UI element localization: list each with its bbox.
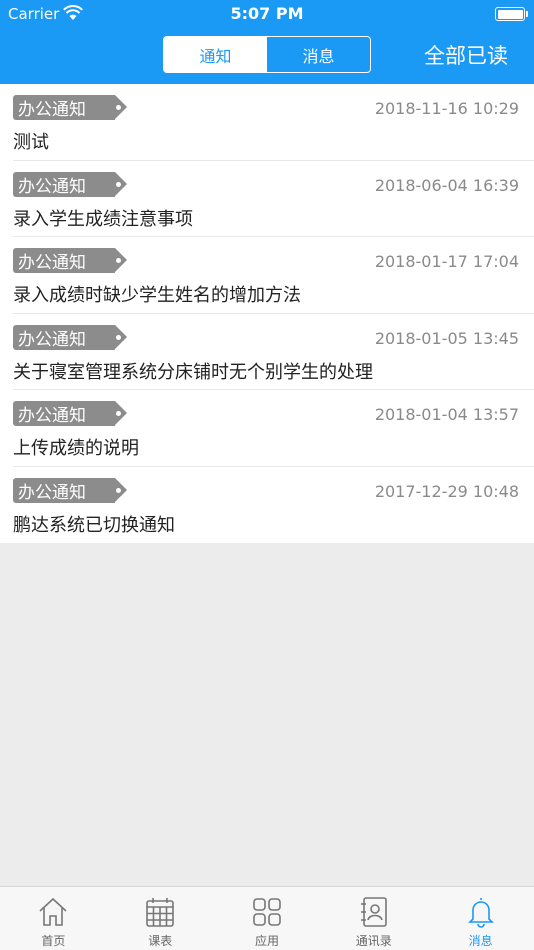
tab-home[interactable]: 首页 (0, 887, 107, 950)
tab-bar: 首页 课表 应用 通讯录 消息 (0, 886, 534, 950)
notification-tag: 办公通知 (13, 401, 127, 426)
notification-time: 2018-06-04 16:39 (374, 175, 519, 195)
notification-tag: 办公通知 (13, 95, 127, 120)
contacts-icon (360, 897, 387, 927)
notification-tag: 办公通知 (13, 171, 127, 197)
notification-time: 2017-12-29 10:48 (374, 481, 519, 501)
tab-label: 课表 (148, 934, 173, 948)
notification-title: 上传成绩的说明 (13, 438, 139, 459)
tab-contacts[interactable]: 通讯录 (320, 887, 427, 950)
notification-list: 办公通知 2018-11-16 10:29 测试 办公通知 2018-06-04… (0, 84, 534, 543)
grid-icon (253, 898, 281, 926)
tab-schedule[interactable]: 课表 (107, 887, 214, 950)
home-icon (39, 897, 67, 926)
tab-label: 首页 (41, 934, 66, 948)
notification-tag: 办公通知 (13, 477, 127, 503)
tab-messages[interactable]: 消息 (427, 887, 534, 950)
notification-time: 2018-01-17 17:04 (374, 252, 519, 271)
battery-cap (526, 11, 528, 17)
notification-time: 2018-01-05 13:45 (374, 328, 519, 348)
tab-label: 应用 (254, 934, 279, 948)
mark-all-read-button[interactable]: 全部已读 (424, 40, 508, 70)
tab-label: 通讯录 (355, 934, 392, 948)
notification-item[interactable]: 办公通知 2018-06-04 16:39 录入学生成绩注意事项 (13, 161, 534, 237)
notification-title: 鹏达系统已切换通知 (13, 514, 175, 536)
status-bar: Carrier 5:07 PM (0, 0, 534, 28)
notice-message-segmented-control: 通知 消息 (163, 36, 371, 73)
notification-item[interactable]: 办公通知 2018-01-17 17:04 录入成绩时缺少学生姓名的增加方法 (13, 237, 534, 314)
notification-title: 测试 (13, 132, 49, 153)
notification-item[interactable]: 办公通知 2018-01-05 13:45 关于寝室管理系统分床铺时无个别学生的… (13, 314, 534, 390)
notification-title: 录入成绩时缺少学生姓名的增加方法 (13, 285, 301, 306)
notification-tag: 办公通知 (13, 248, 127, 273)
bell-icon (467, 898, 494, 928)
calendar-icon (146, 898, 174, 927)
tab-apps[interactable]: 应用 (214, 887, 321, 950)
segment-notices[interactable]: 通知 (164, 37, 267, 72)
notification-tag: 办公通知 (13, 324, 127, 350)
notification-item[interactable]: 办公通知 2018-11-16 10:29 测试 (13, 84, 534, 161)
notification-time: 2018-01-04 13:57 (374, 405, 519, 424)
segment-messages[interactable]: 消息 (267, 37, 370, 72)
notification-item[interactable]: 办公通知 2018-01-04 13:57 上传成绩的说明 (13, 390, 534, 467)
notification-item[interactable]: 办公通知 2017-12-29 10:48 鹏达系统已切换通知 (13, 467, 534, 544)
notification-title: 录入学生成绩注意事项 (13, 208, 193, 230)
tab-label: 消息 (468, 934, 493, 948)
navigation-bar: Carrier 5:07 PM 通知 消息 全部已读 (0, 0, 534, 84)
notification-title: 关于寝室管理系统分床铺时无个别学生的处理 (13, 361, 373, 383)
battery-icon (495, 7, 525, 21)
status-time: 5:07 PM (230, 4, 304, 23)
notification-time: 2018-11-16 10:29 (374, 99, 519, 118)
